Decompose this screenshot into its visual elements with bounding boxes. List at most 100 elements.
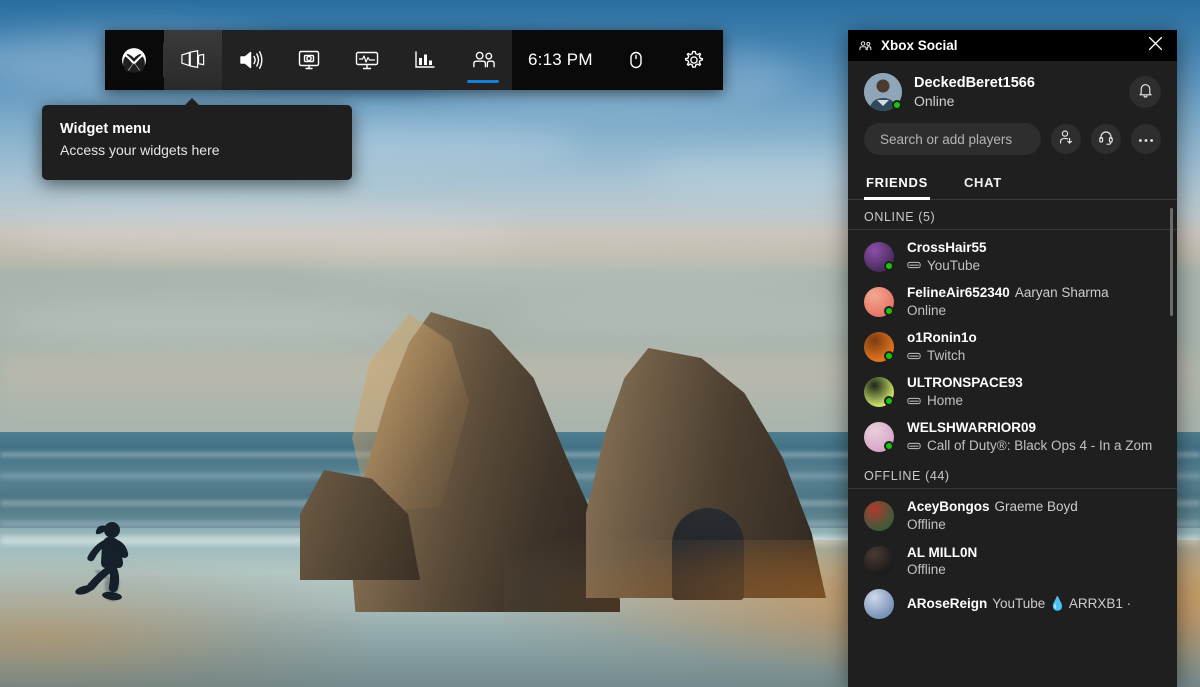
friend-name-line: AL MILL0N: [907, 544, 1167, 562]
xbox-button[interactable]: [105, 30, 163, 90]
friend-row[interactable]: FelineAir652340 Aaryan Sharma Online: [848, 279, 1177, 324]
friend-text: o1Ronin1o Twitch: [907, 329, 1167, 364]
performance-monitor-icon: [354, 49, 380, 71]
friend-status-line: Offline: [907, 561, 1167, 579]
widget-menu-tooltip: Widget menu Access your widgets here: [42, 98, 352, 180]
avatar[interactable]: [864, 421, 894, 452]
mouse-icon: [627, 49, 645, 71]
avatar[interactable]: [864, 546, 894, 577]
friend-name-line: FelineAir652340 Aaryan Sharma: [907, 284, 1167, 302]
group-heading-label: OFFLINE: [864, 469, 921, 484]
clock: 6:13 PM: [528, 50, 593, 69]
tab-chat[interactable]: CHAT: [962, 169, 1004, 199]
friend-name-line: AceyBongos Graeme Boyd: [907, 498, 1167, 516]
friend-text: ULTRONSPACE93 Home: [907, 374, 1167, 409]
capture-button[interactable]: [280, 30, 338, 90]
console-icon: [907, 260, 921, 270]
friends-scroll-area[interactable]: ONLINE (5) CrossHair55 YouTube FelineAir652…: [848, 200, 1177, 687]
scrollbar-thumb[interactable]: [1170, 208, 1173, 316]
group-heading-label: ONLINE: [864, 210, 915, 224]
avatar[interactable]: [864, 376, 894, 407]
speaker-icon: [238, 49, 264, 71]
xbox-social-panel: Xbox Social DeckedBeret1566 Online Searc…: [848, 30, 1177, 687]
people-icon: [470, 49, 497, 71]
friend-gamertag: FelineAir652340: [907, 285, 1010, 301]
friend-gamertag: ULTRONSPACE93: [907, 375, 1023, 391]
online-status-dot: [884, 350, 894, 361]
friend-gamertag: WELSHWARRIOR09: [907, 420, 1037, 436]
audio-button[interactable]: [222, 30, 280, 90]
game-bar-widget-toolbar: 6:13 PM: [105, 30, 723, 90]
group-heading: ONLINE (5): [848, 200, 1177, 230]
cloud: [0, 300, 420, 346]
mouse-button[interactable]: [607, 30, 665, 90]
friend-text: FelineAir652340 Aaryan Sharma Online: [907, 284, 1167, 319]
profile-status: Online: [914, 92, 955, 109]
tab-friends-label: FRIENDS: [866, 175, 928, 190]
friend-status-text: Call of Duty®: Black Ops 4 - In a Zom: [927, 437, 1153, 453]
avatar[interactable]: [864, 73, 902, 111]
friend-name-line: ULTRONSPACE93: [907, 374, 1167, 392]
profile-row[interactable]: DeckedBeret1566 Online: [848, 61, 1177, 121]
settings-button[interactable]: [665, 30, 723, 90]
friend-text: CrossHair55 YouTube: [907, 239, 1167, 274]
widget-toolbar-left-group: [105, 30, 222, 90]
friend-name-line: o1Ronin1o: [907, 329, 1167, 347]
friend-name-line: ARoseReign YouTube 💧 ARRXB1 ·: [907, 595, 1167, 613]
friend-gamertag: CrossHair55: [907, 240, 987, 255]
friend-row[interactable]: ULTRONSPACE93 Home: [848, 369, 1177, 414]
friend-text: AL MILL0N Offline: [907, 544, 1167, 579]
widget-menu-button[interactable]: [164, 30, 222, 90]
friend-status-line: Home: [907, 392, 1167, 410]
friend-status-line: Call of Duty®: Black Ops 4 - In a Zom: [907, 437, 1167, 455]
panel-title: Xbox Social: [881, 38, 958, 53]
group-heading-count: (44): [925, 469, 950, 484]
friend-row[interactable]: CrossHair55 YouTube: [848, 234, 1177, 279]
group-heading: OFFLINE (44): [848, 459, 1177, 490]
more-options-button[interactable]: [1131, 124, 1161, 154]
avatar[interactable]: [864, 588, 894, 619]
close-button[interactable]: [1133, 30, 1177, 61]
friend-status-text: Home: [927, 392, 964, 408]
scrollbar-track[interactable]: [1170, 204, 1175, 683]
tab-friends[interactable]: FRIENDS: [864, 169, 930, 200]
add-friend-button[interactable]: [1051, 124, 1081, 154]
avatar[interactable]: [864, 286, 894, 317]
person-add-icon: [1058, 129, 1074, 150]
friend-realname: Aaryan Sharma: [1014, 285, 1109, 301]
panel-titlebar: Xbox Social: [848, 30, 1177, 61]
search-box[interactable]: [864, 123, 1041, 155]
cloud: [300, 248, 860, 288]
friend-gamertag: AL MILL0N: [907, 544, 978, 560]
friend-row[interactable]: WELSHWARRIOR09 Call of Duty®: Black Ops 4…: [848, 414, 1177, 459]
friend-status-text: Offline: [907, 562, 946, 578]
friend-status-text: YouTube: [927, 257, 981, 273]
avatar[interactable]: [864, 241, 894, 272]
friend-status-line: Twitch: [907, 347, 1167, 365]
performance-button[interactable]: [338, 30, 396, 90]
search-input[interactable]: [880, 131, 1025, 147]
console-icon: [907, 351, 921, 361]
friends-list: ONLINE (5) CrossHair55 YouTube FelineAir652…: [848, 200, 1177, 687]
profile-gamertag: DeckedBeret1566: [914, 74, 1035, 91]
close-icon: [1148, 36, 1163, 56]
group-heading-count: (5): [918, 210, 936, 224]
online-status-dot: [884, 260, 894, 271]
bar-chart-icon: [413, 49, 437, 71]
xbox-social-button[interactable]: [454, 30, 512, 90]
friend-status-line: Offline: [907, 516, 1167, 534]
ellipsis-icon: [1138, 130, 1154, 148]
friend-gamertag: ARoseReign: [907, 595, 988, 611]
notifications-button[interactable]: [1129, 76, 1161, 108]
friend-row[interactable]: AL MILL0N Offline: [848, 539, 1177, 584]
bell-icon: [1138, 82, 1153, 103]
avatar[interactable]: [864, 501, 894, 532]
party-chat-button[interactable]: [1091, 124, 1121, 154]
friend-realname: Graeme Boyd: [994, 499, 1078, 515]
friend-status-text: Online: [907, 302, 947, 318]
friend-row[interactable]: ARoseReign YouTube 💧 ARRXB1 ·: [848, 584, 1177, 624]
friend-row[interactable]: o1Ronin1o Twitch: [848, 324, 1177, 369]
avatar[interactable]: [864, 331, 894, 362]
resources-button[interactable]: [396, 30, 454, 90]
friend-row[interactable]: AceyBongos Graeme Boyd Offline: [848, 493, 1177, 538]
